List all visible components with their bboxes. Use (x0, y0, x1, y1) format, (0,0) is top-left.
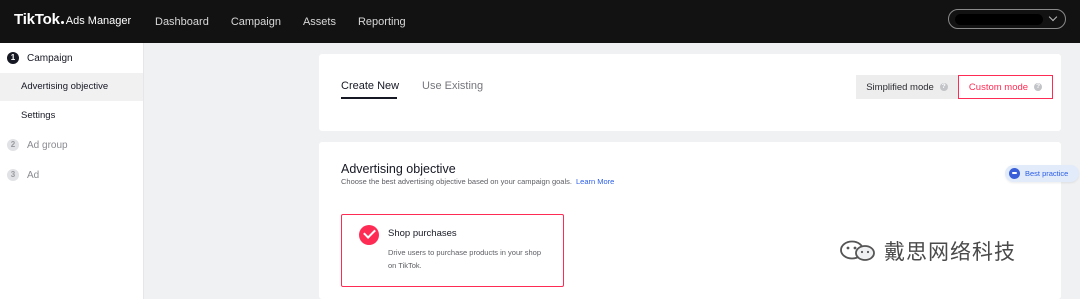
section-description-text: Choose the best advertising objective ba… (341, 177, 572, 186)
watermark: 戴思网络科技 (838, 236, 1016, 266)
best-practice-label: Best practice (1025, 169, 1069, 178)
sidebar: 1 Campaign Advertising objective Setting… (0, 43, 144, 299)
logo-dot (60, 21, 64, 24)
learn-more-link[interactable]: Learn More (576, 177, 614, 186)
step-campaign[interactable]: 1 Campaign (7, 52, 73, 64)
main-nav: Dashboard Campaign Assets Reporting (155, 0, 428, 43)
sidebar-item-advertising-objective[interactable]: Advertising objective (0, 73, 143, 101)
logo-wordmark: TikTok (14, 11, 60, 28)
step-label: Ad (27, 169, 40, 181)
step-number-badge: 1 (7, 52, 19, 64)
custom-mode-label: Custom mode (968, 81, 1029, 93)
active-tab-underline (341, 97, 397, 99)
nav-assets[interactable]: Assets (303, 16, 336, 28)
advertising-objective-card: Advertising objective Choose the best ad… (319, 142, 1079, 299)
section-description: Choose the best advertising objective ba… (341, 177, 614, 186)
step-label: Ad group (27, 139, 68, 151)
nav-dashboard[interactable]: Dashboard (155, 16, 209, 28)
tiktok-ads-manager-logo[interactable]: TikTok Ads Manager (14, 11, 131, 28)
help-icon[interactable]: ? (939, 83, 948, 91)
step-ad[interactable]: 3 Ad (7, 169, 39, 181)
account-selector[interactable] (948, 9, 1066, 29)
logo-subtitle: Ads Manager (65, 15, 132, 27)
checkmark-icon (359, 225, 379, 245)
top-navigation-bar: TikTok Ads Manager Dashboard Campaign As… (0, 0, 1080, 43)
simplified-mode-label: Simplified mode (866, 81, 934, 93)
step-label: Campaign (27, 52, 73, 64)
redacted-account-name (955, 14, 1043, 25)
step-ad-group[interactable]: 2 Ad group (7, 139, 68, 151)
best-practice-icon (1009, 168, 1020, 179)
section-title: Advertising objective (341, 162, 456, 176)
tab-use-existing[interactable]: Use Existing (422, 80, 483, 92)
step-number-badge: 2 (7, 139, 19, 151)
watermark-text: 戴思网络科技 (884, 240, 1016, 264)
custom-mode-button[interactable]: Custom mode ? (958, 75, 1053, 99)
nav-reporting[interactable]: Reporting (358, 16, 406, 28)
tab-create-new[interactable]: Create New (341, 80, 399, 92)
campaign-source-card: Create New Use Existing Simplified mode … (319, 54, 1061, 131)
simplified-mode-button[interactable]: Simplified mode ? (856, 75, 958, 99)
help-icon[interactable]: ? (1034, 83, 1043, 91)
nav-campaign[interactable]: Campaign (231, 16, 281, 28)
sidebar-item-settings[interactable]: Settings (0, 102, 143, 130)
wechat-logo-icon (840, 240, 875, 261)
objective-option-shop-purchases[interactable]: Shop purchases Drive users to purchase p… (341, 214, 564, 287)
chevron-down-icon (1048, 12, 1058, 22)
option-description: Drive users to purchase products in your… (388, 248, 541, 270)
option-title: Shop purchases (388, 228, 457, 239)
step-number-badge: 3 (7, 169, 19, 181)
best-practice-button[interactable]: Best practice (1005, 165, 1079, 182)
